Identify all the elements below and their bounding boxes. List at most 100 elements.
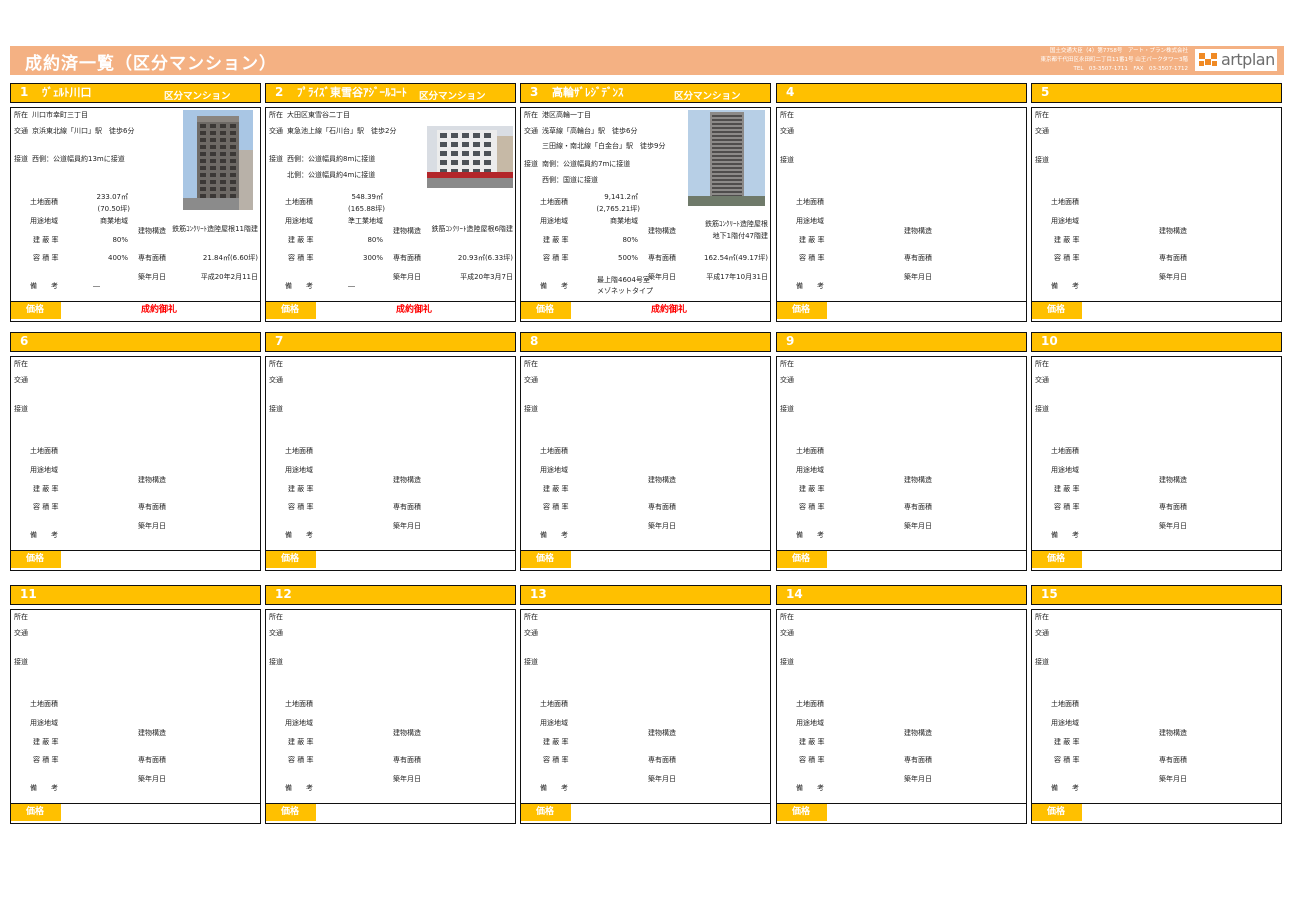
value-kotsu: 浅草線「高輪台」駅 徒歩6分	[542, 127, 638, 135]
card-number: 12	[275, 587, 292, 601]
page-title: 成約済一覧（区分マンション）	[25, 54, 277, 74]
card-details: 所在 交通 接道 土地面積 用途地域建 蔽 率容 積 率備 考 建物構造 専有面積 築年月日価…	[1031, 609, 1282, 824]
label-chiku: 築年月日	[904, 273, 932, 281]
label-kotsu: 交通	[14, 629, 28, 637]
value-kotsu: 三田線・南北線「白金台」駅 徒歩9分	[542, 142, 666, 150]
label-chiku: 築年月日	[648, 775, 676, 783]
label-shozai: 所在	[14, 111, 28, 119]
label-youto: 用途地域	[796, 466, 824, 474]
label-chiku: 築年月日	[1159, 273, 1187, 281]
label-structure: 建物構造	[138, 476, 166, 484]
price-row: 価格 成約御礼	[266, 301, 515, 321]
label-yoseki: 容 積 率	[543, 756, 569, 764]
label-kotsu: 交通	[524, 629, 538, 637]
page-header: 成約済一覧（区分マンション） 国土交通大臣（4）第7758号 アート・プラン株式…	[10, 46, 1284, 75]
card-header: 9	[776, 332, 1027, 352]
label-chiku: 築年月日	[393, 273, 421, 281]
label-kotsu: 交通	[269, 376, 283, 384]
label-shozai: 所在	[780, 111, 794, 119]
label-shozai: 所在	[1035, 360, 1049, 368]
value-youto: 商業地域	[610, 217, 638, 225]
label-setsudo: 接道	[1035, 405, 1049, 413]
card-number: 3	[530, 85, 539, 99]
label-land-area: 土地面積	[285, 447, 313, 455]
value-setsudo: 北側：公道幅員約4mに接道	[287, 171, 376, 179]
label-senyu: 専有面積	[648, 756, 676, 764]
price-value: 成約御礼	[651, 305, 688, 315]
label-biko: 備 考	[540, 282, 568, 290]
label-land-area: 土地面積	[285, 198, 313, 206]
price-label: 価格	[777, 804, 827, 821]
label-shozai: 所在	[524, 111, 538, 119]
company-address: 東京都千代田区永田町二丁目11番1号 山王パークタワー3階	[1040, 57, 1188, 63]
card-header: 10	[1031, 332, 1282, 352]
label-youto: 用途地域	[285, 466, 313, 474]
label-kenpei: 建 蔽 率	[288, 738, 314, 746]
value-senyu: 162.54㎡(49.17坪)	[704, 254, 768, 262]
label-kenpei: 建 蔽 率	[543, 236, 569, 244]
label-structure: 建物構造	[648, 476, 676, 484]
label-structure: 建物構造	[904, 227, 932, 235]
label-yoseki: 容 積 率	[1054, 503, 1080, 511]
card-details: 所在 交通 接道 土地面積 用途地域建 蔽 率容 積 率備 考 建物構造 専有面積 築年月日価…	[776, 609, 1027, 824]
price-row: 価格 成約御礼	[11, 301, 260, 321]
label-shozai: 所在	[269, 360, 283, 368]
tower-photo	[183, 110, 253, 210]
label-structure: 建物構造	[1159, 729, 1187, 737]
label-yoseki: 容 積 率	[799, 254, 825, 262]
label-yoseki: 容 積 率	[288, 254, 314, 262]
label-shozai: 所在	[524, 360, 538, 368]
label-yoseki: 容 積 率	[543, 254, 569, 262]
price-label: 価格	[11, 302, 61, 319]
label-senyu: 専有面積	[393, 254, 421, 262]
label-youto: 用途地域	[796, 217, 824, 225]
label-setsudo: 接道	[1035, 658, 1049, 666]
value-kenpei: 80%	[622, 236, 638, 244]
label-kotsu: 交通	[14, 127, 28, 135]
label-land-area: 土地面積	[1051, 700, 1079, 708]
label-setsudo: 接道	[269, 155, 283, 163]
price-row: 価格	[266, 550, 515, 570]
price-row: 価格	[266, 803, 515, 823]
label-kenpei: 建 蔽 率	[288, 236, 314, 244]
price-row: 価格	[777, 301, 1026, 321]
label-kotsu: 交通	[524, 376, 538, 384]
label-kenpei: 建 蔽 率	[799, 485, 825, 493]
value-kenpei: 80%	[112, 236, 128, 244]
label-yoseki: 容 積 率	[33, 503, 59, 511]
value-setsudo: 西側：公道幅員約13mに接道	[32, 155, 125, 163]
price-label: 価格	[521, 551, 571, 568]
value-chiku: 平成20年3月7日	[460, 273, 513, 281]
card-details: 所在 交通 接道 土地面積 用途地域建 蔽 率容 積 率備 考 建物構造 専有面積 築年月日価…	[1031, 356, 1282, 571]
price-label: 価格	[1032, 551, 1082, 568]
value-shozai: 川口市幸町三丁目	[32, 111, 88, 119]
value-shozai: 大田区東雪谷二丁目	[287, 111, 350, 119]
label-land-area: 土地面積	[796, 700, 824, 708]
property-card: 11 所在 交通 接道 土地面積 用途地域建 蔽 率容 積 率備 考 建物構造 専有面積 築年月…	[10, 585, 261, 824]
label-yoseki: 容 積 率	[799, 756, 825, 764]
value-setsudo: 南側：公道幅員約7mに接道	[542, 160, 631, 168]
price-row: 価格	[1032, 301, 1281, 321]
logo-mark-icon	[1199, 53, 1219, 67]
value-senyu: 20.93㎡(6.33坪)	[457, 254, 513, 262]
label-youto: 用途地域	[1051, 719, 1079, 727]
label-kenpei: 建 蔽 率	[33, 485, 59, 493]
value-kotsu: 東急池上線「石川台」駅 徒歩2分	[287, 127, 397, 135]
card-details: 所在 交通 接道 土地面積 用途地域建 蔽 率容 積 率備 考 建物構造 専有面積 築年月日価…	[10, 356, 261, 571]
label-land-area: 土地面積	[796, 198, 824, 206]
value-structure: 鉄筋ｺﾝｸﾘｰﾄ造陸屋根11階建	[172, 225, 258, 233]
label-yoseki: 容 積 率	[33, 254, 59, 262]
property-name: ﾌﾟﾗｲｽﾞ東雪谷ｱｼﾞｰﾙｺｰﾄ	[297, 86, 407, 99]
value-yoseki: 500%	[617, 254, 638, 262]
card-number: 8	[530, 334, 539, 348]
card-details: 所在 交通 接道 土地面積 用途地域建 蔽 率容 積 率備 考 建物構造 専有面積 築年月日 川…	[10, 107, 261, 322]
label-structure: 建物構造	[393, 729, 421, 737]
property-card: 5 所在 交通 接道 土地面積 用途地域建 蔽 率容 積 率備 考 建物構造 専有面積 築年月日…	[1031, 83, 1282, 322]
property-card: 15 所在 交通 接道 土地面積 用途地域建 蔽 率容 積 率備 考 建物構造 専有面積 築年月…	[1031, 585, 1282, 824]
card-details: 所在 交通 接道 土地面積 用途地域建 蔽 率容 積 率備 考 建物構造 専有面積 築年月日価…	[265, 356, 516, 571]
value-land-area: 233.07㎡	[96, 193, 129, 201]
value-kenpei: 80%	[367, 236, 383, 244]
label-youto: 用途地域	[30, 217, 58, 225]
card-details: 所在 交通 接道 土地面積 用途地域建 蔽 率容 積 率備 考 建物構造 専有面積 築年月日価…	[265, 609, 516, 824]
label-land-area: 土地面積	[540, 447, 568, 455]
